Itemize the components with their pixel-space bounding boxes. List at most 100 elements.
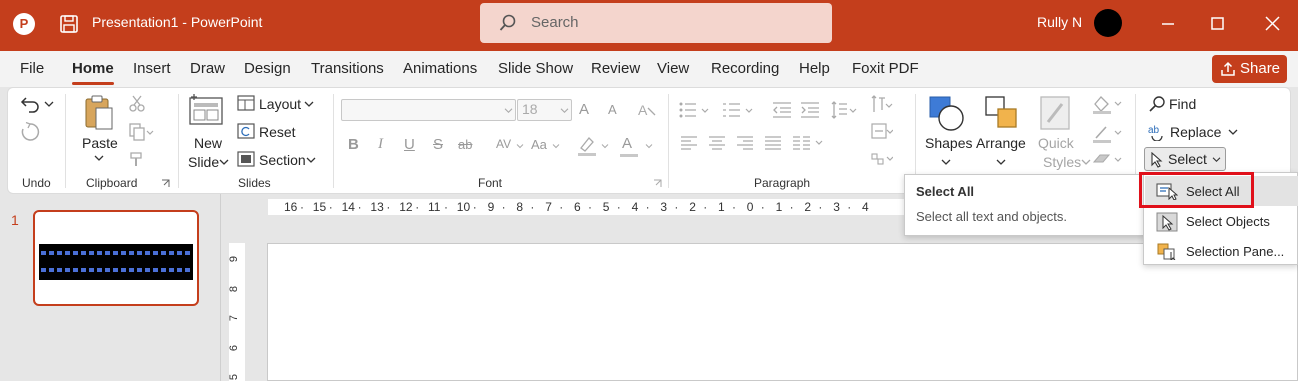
pane-divider[interactable] — [220, 194, 221, 381]
ruler-tick-label: 3 — [660, 200, 668, 214]
tab-recording[interactable]: Recording — [711, 60, 779, 77]
tab-view[interactable]: View — [657, 60, 689, 77]
tab-insert[interactable]: Insert — [133, 60, 171, 77]
shape-effects-icon[interactable] — [1091, 150, 1125, 170]
slide-thumbnail[interactable] — [33, 210, 199, 306]
cut-icon[interactable] — [128, 95, 146, 113]
font-name-combo[interactable] — [341, 99, 516, 121]
chevron-down-icon[interactable] — [560, 107, 569, 114]
chevron-down-icon[interactable] — [94, 154, 104, 162]
section-button[interactable]: Section — [259, 152, 306, 168]
menu-item-selection-pane[interactable]: Selection Pane... — [1145, 236, 1298, 266]
quick-styles-icon[interactable] — [1038, 94, 1074, 132]
quick-styles-button[interactable]: Quick — [1038, 135, 1074, 151]
tab-slide-show[interactable]: Slide Show — [498, 60, 573, 77]
new-slide-label[interactable]: New — [194, 135, 222, 151]
chevron-down-icon[interactable] — [645, 143, 653, 149]
tab-foxit-pdf[interactable]: Foxit PDF — [852, 60, 919, 77]
underline-button[interactable]: U — [404, 136, 415, 153]
search-box[interactable]: Search — [480, 3, 832, 43]
tab-draw[interactable]: Draw — [190, 60, 225, 77]
justify-icon[interactable] — [764, 135, 782, 151]
shadow-button[interactable]: S — [433, 136, 443, 153]
grow-font-button[interactable]: A — [579, 101, 589, 118]
tab-file[interactable]: File — [20, 60, 44, 77]
section-icon[interactable] — [237, 151, 255, 167]
strikethrough-button[interactable]: ab — [458, 137, 472, 152]
change-case-button[interactable]: Aa — [531, 137, 547, 152]
shape-fill-icon[interactable] — [1091, 94, 1125, 114]
save-icon[interactable] — [57, 12, 81, 36]
menu-item-select-objects[interactable]: Select Objects — [1145, 206, 1298, 236]
arrange-icon[interactable] — [983, 94, 1021, 132]
highlight-icon[interactable] — [576, 134, 598, 156]
reset-button[interactable]: Reset — [259, 124, 296, 140]
dialog-launcher-icon[interactable] — [161, 179, 170, 188]
align-right-icon[interactable] — [736, 135, 754, 151]
chevron-down-icon[interactable] — [552, 143, 560, 149]
maximize-icon[interactable] — [1206, 12, 1230, 36]
user-name[interactable]: Rully N — [1037, 14, 1082, 30]
tab-animations[interactable]: Animations — [403, 60, 477, 77]
tab-home[interactable]: Home — [72, 60, 114, 85]
line-spacing-icon[interactable] — [831, 101, 857, 119]
chevron-down-icon[interactable] — [601, 143, 609, 149]
chevron-down-icon[interactable] — [516, 143, 524, 149]
chevron-down-icon[interactable] — [1228, 128, 1238, 136]
shapes-button[interactable]: Shapes — [925, 135, 972, 151]
clear-formatting-icon[interactable]: A — [637, 100, 657, 120]
quick-styles-button-2[interactable]: Styles — [1043, 154, 1081, 170]
replace-button[interactable]: Replace — [1170, 124, 1221, 140]
decrease-indent-icon[interactable] — [772, 101, 792, 119]
tab-help[interactable]: Help — [799, 60, 830, 77]
find-button[interactable]: Find — [1169, 96, 1196, 112]
text-direction-icon[interactable] — [871, 94, 893, 114]
close-icon[interactable] — [1261, 12, 1285, 36]
chevron-down-icon[interactable] — [306, 156, 316, 164]
shrink-font-button[interactable]: A — [608, 102, 617, 117]
align-center-icon[interactable] — [708, 135, 726, 151]
new-slide-icon[interactable] — [188, 94, 224, 126]
avatar[interactable] — [1094, 9, 1122, 37]
layout-button[interactable]: Layout — [259, 96, 301, 112]
columns-icon[interactable] — [792, 135, 826, 151]
layout-icon[interactable] — [237, 95, 255, 111]
align-text-icon[interactable] — [871, 123, 893, 141]
share-button[interactable]: Share — [1212, 55, 1287, 83]
smartart-icon[interactable] — [871, 150, 893, 168]
tab-transitions[interactable]: Transitions — [311, 60, 384, 77]
bullets-icon[interactable] — [678, 101, 712, 119]
chevron-down-icon[interactable] — [941, 158, 951, 166]
replace-icon[interactable]: ab — [1148, 123, 1168, 141]
chevron-down-icon[interactable] — [996, 158, 1006, 166]
copy-icon[interactable] — [128, 123, 154, 141]
paste-icon[interactable] — [83, 94, 115, 132]
tab-review[interactable]: Review — [591, 60, 640, 77]
char-spacing-button[interactable]: AV — [496, 137, 511, 151]
tab-design[interactable]: Design — [244, 60, 291, 77]
redo-icon[interactable] — [20, 122, 42, 142]
italic-button[interactable]: I — [378, 136, 383, 153]
bold-button[interactable]: B — [348, 136, 359, 153]
find-icon[interactable] — [1148, 95, 1166, 113]
shapes-icon[interactable] — [927, 94, 965, 132]
chevron-down-icon[interactable] — [219, 158, 229, 166]
chevron-down-icon[interactable] — [304, 100, 314, 108]
reset-icon[interactable] — [237, 123, 255, 139]
format-painter-icon[interactable] — [128, 150, 148, 168]
align-left-icon[interactable] — [680, 135, 698, 151]
font-color-button[interactable]: A — [622, 135, 632, 152]
increase-indent-icon[interactable] — [800, 101, 820, 119]
new-slide-label-2[interactable]: Slide — [188, 154, 219, 170]
minimize-icon[interactable] — [1157, 12, 1181, 36]
dialog-launcher-icon[interactable] — [653, 179, 662, 188]
chevron-down-icon[interactable] — [1081, 158, 1091, 166]
select-button[interactable]: Select — [1144, 147, 1226, 171]
numbering-icon[interactable] — [722, 101, 756, 119]
chevron-down-icon[interactable] — [504, 107, 513, 114]
undo-icon[interactable] — [20, 94, 42, 114]
paste-label[interactable]: Paste — [82, 135, 118, 151]
chevron-down-icon[interactable] — [44, 100, 54, 108]
arrange-button[interactable]: Arrange — [976, 135, 1026, 151]
shape-outline-icon[interactable] — [1091, 123, 1125, 143]
